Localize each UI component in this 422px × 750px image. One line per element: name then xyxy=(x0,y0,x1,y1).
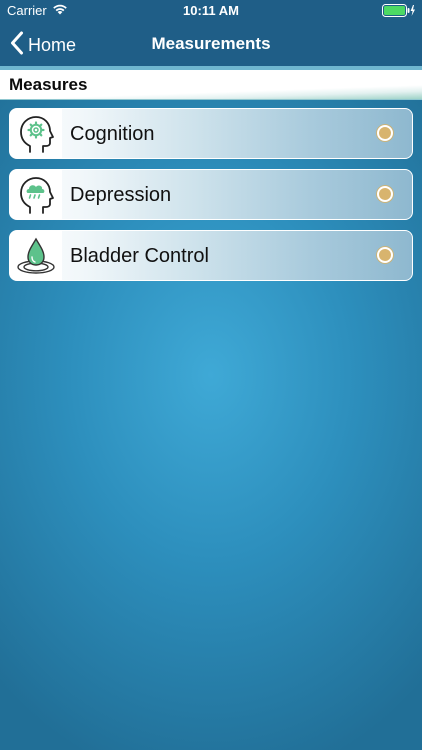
measures-list: Cognition Depression Bladder Control xyxy=(9,108,413,291)
head-gear-icon xyxy=(10,109,62,158)
section-title: Measures xyxy=(9,75,88,94)
section-header: Measures xyxy=(0,70,422,100)
measure-label: Cognition xyxy=(70,123,155,145)
measure-radio[interactable] xyxy=(376,185,394,203)
head-cloud-icon xyxy=(10,170,62,219)
measure-item-bladder-control[interactable]: Bladder Control xyxy=(9,230,413,281)
measure-item-depression[interactable]: Depression xyxy=(9,169,413,220)
measure-label: Bladder Control xyxy=(70,245,209,267)
page-title: Measurements xyxy=(151,34,271,53)
measure-radio[interactable] xyxy=(376,246,394,264)
status-time: 10:11 AM xyxy=(183,3,239,18)
measure-radio[interactable] xyxy=(376,124,394,142)
water-drop-icon xyxy=(10,231,62,280)
status-bar: Carrier 10:11 AM xyxy=(0,0,422,22)
measure-label: Depression xyxy=(70,184,172,206)
battery-icon xyxy=(382,4,416,17)
navigation-bar: Home Measurements xyxy=(0,22,422,66)
measure-item-cognition[interactable]: Cognition xyxy=(9,108,413,159)
